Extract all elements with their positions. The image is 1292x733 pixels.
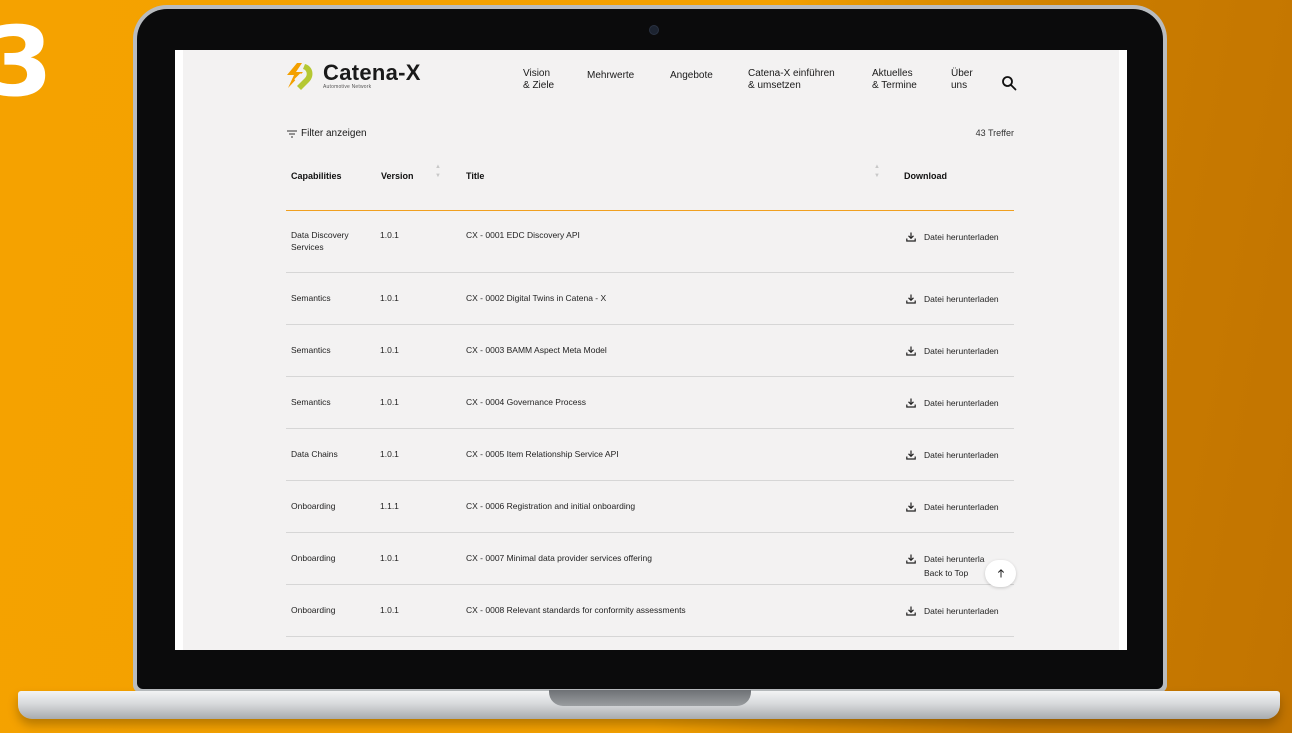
download-icon: [906, 502, 916, 512]
download-link[interactable]: Datei herunterla: [906, 554, 984, 564]
download-label: Datei herunterladen: [924, 232, 999, 242]
row-title: CX - 0004 Governance Process: [466, 397, 587, 407]
filter-label: Filter anzeigen: [301, 128, 367, 139]
table-row: Onboarding 1.1.1 CX - 0006 Registration …: [286, 481, 1014, 533]
nav-item-angebote[interactable]: Angebote: [670, 70, 713, 82]
sort-title-icon[interactable]: ▲ ▼: [873, 163, 881, 183]
camera-dot: [649, 25, 659, 35]
filter-icon: [287, 130, 297, 137]
row-capability: Semantics: [291, 345, 331, 355]
slide-number: 3: [0, 6, 53, 118]
catena-x-logo[interactable]: Catena-X Automotive Network: [283, 60, 421, 92]
table-row: Semantics 1.0.1 CX - 0003 BAMM Aspect Me…: [286, 325, 1014, 377]
row-version: 1.0.1: [380, 605, 399, 615]
download-label: Datei herunterladen: [924, 398, 999, 408]
download-link[interactable]: Datei herunterladen: [906, 606, 999, 616]
download-link[interactable]: Datei herunterladen: [906, 346, 999, 356]
download-link[interactable]: Datei herunterladen: [906, 294, 999, 304]
row-title: CX - 0007 Minimal data provider services…: [466, 553, 652, 563]
column-header-version[interactable]: Version: [381, 171, 414, 181]
sort-version-icon[interactable]: ▲ ▼: [434, 163, 442, 183]
table-row: Data Discovery Services 1.0.1 CX - 0001 …: [286, 221, 1014, 273]
download-label: Datei herunterladen: [924, 346, 999, 356]
download-link[interactable]: Datei herunterladen: [906, 502, 999, 512]
row-version: 1.0.1: [380, 293, 399, 303]
row-capability: Semantics: [291, 293, 331, 303]
laptop-screen: Catena-X Automotive Network Vision & Zie…: [175, 50, 1127, 650]
row-title: CX - 0006 Registration and initial onboa…: [466, 501, 636, 511]
download-icon: [906, 398, 916, 408]
table-row: Semantics 1.0.1 CX - 0002 Digital Twins …: [286, 273, 1014, 325]
row-capability: Onboarding: [291, 605, 336, 615]
catena-x-logo-icon: [287, 63, 313, 90]
nav-item-einfuehren[interactable]: Catena-X einführen & umsetzen: [748, 68, 835, 92]
download-label: Datei herunterladen: [924, 502, 999, 512]
row-version: 1.0.1: [380, 397, 399, 407]
download-icon: [906, 232, 916, 242]
nav-item-aktuelles[interactable]: Aktuelles & Termine: [872, 68, 917, 92]
row-version: 1.0.1: [380, 345, 399, 355]
download-label: Datei herunterladen: [924, 450, 999, 460]
row-title: CX - 0002 Digital Twins in Catena - X: [466, 293, 607, 303]
download-label: Datei herunterladen: [924, 294, 999, 304]
download-icon: [906, 294, 916, 304]
nav-item-ueber-uns[interactable]: Über uns: [951, 68, 973, 92]
column-header-download: Download: [904, 171, 947, 181]
header-divider: [286, 210, 1014, 211]
row-version: 1.0.1: [380, 230, 399, 240]
laptop-notch: [549, 690, 751, 706]
filter-toggle-button[interactable]: Filter anzeigen: [287, 128, 367, 139]
row-capability: Data Discovery Services: [291, 230, 349, 252]
brand-name: Catena-X: [323, 60, 421, 85]
column-header-capabilities[interactable]: Capabilities: [291, 171, 342, 181]
row-capability: Onboarding: [291, 501, 336, 511]
row-title: CX - 0005 Item Relationship Service API: [466, 449, 619, 459]
nav-item-vision[interactable]: Vision & Ziele: [523, 68, 554, 92]
table-row: Data Chains 1.0.1 CX - 0005 Item Relatio…: [286, 429, 1014, 481]
row-version: 1.0.1: [380, 553, 399, 563]
back-to-top-button[interactable]: [985, 560, 1016, 587]
row-title: CX - 0001 EDC Discovery API: [466, 230, 580, 240]
nav-item-mehrwerte[interactable]: Mehrwerte: [587, 70, 634, 82]
row-title: CX - 0008 Relevant standards for conform…: [466, 605, 686, 615]
download-icon: [906, 450, 916, 460]
row-capability: Semantics: [291, 397, 331, 407]
row-title: CX - 0003 BAMM Aspect Meta Model: [466, 345, 607, 355]
row-version: 1.0.1: [380, 449, 399, 459]
download-link[interactable]: Datei herunterladen: [906, 398, 999, 408]
row-capability: Data Chains: [291, 449, 338, 459]
table-row: Onboarding 1.0.1 CX - 0007 Minimal data …: [286, 533, 1014, 585]
result-count: 43 Treffer: [975, 128, 1014, 138]
column-header-title[interactable]: Title: [466, 171, 484, 181]
table-row: Onboarding 1.0.1 CX - 0008 Relevant stan…: [286, 585, 1014, 637]
table-row: Semantics 1.0.1 CX - 0004 Governance Pro…: [286, 377, 1014, 429]
row-capability: Onboarding: [291, 553, 336, 563]
back-to-top-label[interactable]: Back to Top: [924, 568, 969, 578]
row-divider: [286, 636, 1014, 637]
download-label: Datei herunterladen: [924, 606, 999, 616]
download-icon: [906, 606, 916, 616]
website: Catena-X Automotive Network Vision & Zie…: [183, 50, 1119, 650]
download-link[interactable]: Datei herunterladen: [906, 232, 999, 242]
arrow-up-icon: [997, 569, 1004, 578]
search-icon[interactable]: [1001, 75, 1017, 91]
row-version: 1.1.1: [380, 501, 399, 511]
download-icon: [906, 346, 916, 356]
download-icon: [906, 554, 916, 564]
download-link[interactable]: Datei herunterladen: [906, 450, 999, 460]
download-label: Datei herunterla: [924, 554, 985, 564]
